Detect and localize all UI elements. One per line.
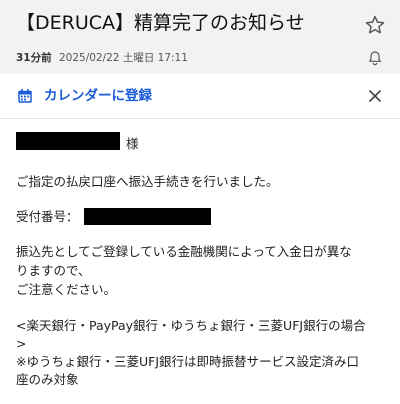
email-datetime: 2025/02/22 土曜日 17:11 [58,52,188,64]
close-icon[interactable] [369,90,381,102]
message-para2-line2: りますので、 [16,263,91,278]
email-subject: 【DERUCA】精算完了のお知らせ [16,12,305,34]
message-para3-line3: ※ゆうちょ銀行・三菱UFJ銀行は即時振替サービス設定済み口 [16,354,360,369]
message-line-1: ご指定の払戻口座へ振込手続きを行いました。 [16,174,279,189]
bell-icon[interactable] [367,50,383,66]
add-to-calendar-link[interactable]: カレンダーに登録 [44,87,152,105]
email-meta: 31分前 2025/02/22 土曜日 17:11 [16,51,188,65]
honorific: 様 [126,136,139,151]
message-para2-line3: ご注意ください。 [16,282,117,297]
calendar-icon[interactable] [16,87,34,105]
message-para3-line1: <楽天銀行・PayPay銀行・ゆうちょ銀行・三菱UFJ銀行の場合 [16,318,366,333]
email-header: 【DERUCA】精算完了のお知らせ 31分前 2025/02/22 土曜日 17… [0,0,400,74]
redacted-name [16,132,120,150]
time-ago: 31分前 [16,52,52,64]
receipt-number-label: 受付番号： [16,209,79,224]
redacted-receipt-number [84,208,211,225]
star-icon[interactable] [364,14,386,36]
message-para3-line4: 座のみ対象 [16,372,79,387]
calendar-bar[interactable]: カレンダーに登録 [0,74,400,119]
message-para2-line1: 振込先としてご登録している金融機関によって入金日が異な [16,244,352,259]
message-para3-line2: > [16,336,27,351]
